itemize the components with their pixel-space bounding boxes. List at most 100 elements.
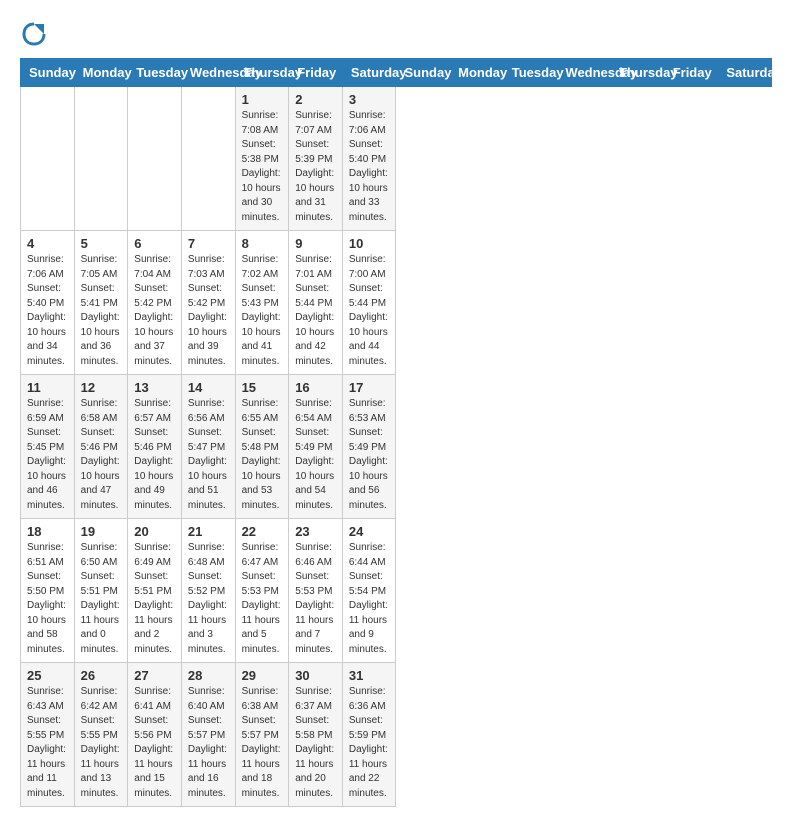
day-number: 30 bbox=[295, 668, 336, 683]
day-number: 31 bbox=[349, 668, 390, 683]
day-cell: 1 Sunrise: 7:08 AM Sunset: 5:38 PM Daylig… bbox=[235, 87, 289, 231]
day-cell: 27 Sunrise: 6:41 AM Sunset: 5:56 PM Dayli… bbox=[128, 663, 182, 807]
day-number: 17 bbox=[349, 380, 390, 395]
day-header-wednesday: Wednesday bbox=[181, 59, 235, 87]
day-number: 27 bbox=[134, 668, 175, 683]
day-cell: 10Sunrise: 7:00 AM Sunset: 5:44 PM Dayli… bbox=[342, 231, 396, 375]
day-header-monday: Monday bbox=[74, 59, 128, 87]
day-info: Sunrise: 6:38 AM Sunset: 5:57 PM Dayligh… bbox=[242, 685, 283, 801]
day-header-sunday: Sunday bbox=[21, 59, 75, 87]
day-number: 10 bbox=[349, 236, 390, 251]
day-number: 7 bbox=[188, 236, 229, 251]
day-header-saturday: Saturday bbox=[342, 59, 396, 87]
day-cell: 8 Sunrise: 7:02 AM Sunset: 5:43 PM Daylig… bbox=[235, 231, 289, 375]
day-number: 1 bbox=[242, 92, 283, 107]
day-info: Sunrise: 6:49 AM Sunset: 5:51 PM Dayligh… bbox=[134, 541, 175, 657]
day-number: 11 bbox=[27, 380, 68, 395]
day-info: Sunrise: 6:50 AM Sunset: 5:51 PM Dayligh… bbox=[81, 541, 122, 657]
day-cell: 13 Sunrise: 6:57 AM Sunset: 5:46 PM Dayli… bbox=[128, 375, 182, 519]
day-header-friday: Friday bbox=[664, 59, 718, 87]
day-info: Sunrise: 6:51 AM Sunset: 5:50 PM Dayligh… bbox=[27, 541, 68, 657]
day-number: 22 bbox=[242, 524, 283, 539]
day-info: Sunrise: 7:01 AM Sunset: 5:44 PM Dayligh… bbox=[295, 253, 336, 369]
day-info: Sunrise: 6:40 AM Sunset: 5:57 PM Dayligh… bbox=[188, 685, 229, 801]
header-row: SundayMondayTuesdayWednesdayThursdayFrid… bbox=[21, 59, 772, 87]
day-cell bbox=[128, 87, 182, 231]
logo bbox=[20, 20, 52, 48]
day-info: Sunrise: 6:47 AM Sunset: 5:53 PM Dayligh… bbox=[242, 541, 283, 657]
day-info: Sunrise: 7:05 AM Sunset: 5:41 PM Dayligh… bbox=[81, 253, 122, 369]
day-cell: 23Sunrise: 6:46 AM Sunset: 5:53 PM Dayli… bbox=[289, 519, 343, 663]
day-number: 15 bbox=[242, 380, 283, 395]
calendar-table: SundayMondayTuesdayWednesdayThursdayFrid… bbox=[20, 58, 772, 807]
day-header-friday: Friday bbox=[289, 59, 343, 87]
day-cell: 12Sunrise: 6:58 AM Sunset: 5:46 PM Dayli… bbox=[74, 375, 128, 519]
day-info: Sunrise: 6:58 AM Sunset: 5:46 PM Dayligh… bbox=[81, 397, 122, 513]
day-info: Sunrise: 7:06 AM Sunset: 5:40 PM Dayligh… bbox=[27, 253, 68, 369]
day-info: Sunrise: 6:41 AM Sunset: 5:56 PM Dayligh… bbox=[134, 685, 175, 801]
day-info: Sunrise: 6:36 AM Sunset: 5:59 PM Dayligh… bbox=[349, 685, 390, 801]
day-cell bbox=[74, 87, 128, 231]
day-cell: 17Sunrise: 6:53 AM Sunset: 5:49 PM Dayli… bbox=[342, 375, 396, 519]
day-cell: 25 Sunrise: 6:43 AM Sunset: 5:55 PM Dayli… bbox=[21, 663, 75, 807]
day-info: Sunrise: 7:08 AM Sunset: 5:38 PM Dayligh… bbox=[242, 109, 283, 225]
day-number: 20 bbox=[134, 524, 175, 539]
page-header bbox=[20, 20, 772, 48]
day-header-thursday: Thursday bbox=[235, 59, 289, 87]
day-header-wednesday: Wednesday bbox=[557, 59, 611, 87]
week-row-3: 11 Sunrise: 6:59 AM Sunset: 5:45 PM Dayli… bbox=[21, 375, 772, 519]
day-header-tuesday: Tuesday bbox=[503, 59, 557, 87]
day-info: Sunrise: 7:06 AM Sunset: 5:40 PM Dayligh… bbox=[349, 109, 390, 225]
day-number: 16 bbox=[295, 380, 336, 395]
day-cell: 19Sunrise: 6:50 AM Sunset: 5:51 PM Dayli… bbox=[74, 519, 128, 663]
day-info: Sunrise: 6:59 AM Sunset: 5:45 PM Dayligh… bbox=[27, 397, 68, 513]
day-info: Sunrise: 6:55 AM Sunset: 5:48 PM Dayligh… bbox=[242, 397, 283, 513]
day-header-sunday: Sunday bbox=[396, 59, 450, 87]
day-cell bbox=[21, 87, 75, 231]
day-header-saturday: Saturday bbox=[718, 59, 772, 87]
day-cell: 28 Sunrise: 6:40 AM Sunset: 5:57 PM Dayli… bbox=[181, 663, 235, 807]
day-cell bbox=[181, 87, 235, 231]
day-header-tuesday: Tuesday bbox=[128, 59, 182, 87]
day-number: 2 bbox=[295, 92, 336, 107]
day-cell: 9Sunrise: 7:01 AM Sunset: 5:44 PM Daylig… bbox=[289, 231, 343, 375]
day-cell: 20 Sunrise: 6:49 AM Sunset: 5:51 PM Dayli… bbox=[128, 519, 182, 663]
day-info: Sunrise: 6:57 AM Sunset: 5:46 PM Dayligh… bbox=[134, 397, 175, 513]
day-info: Sunrise: 7:04 AM Sunset: 5:42 PM Dayligh… bbox=[134, 253, 175, 369]
day-cell: 5 Sunrise: 7:05 AM Sunset: 5:41 PM Daylig… bbox=[74, 231, 128, 375]
day-cell: 2 Sunrise: 7:07 AM Sunset: 5:39 PM Daylig… bbox=[289, 87, 343, 231]
day-cell: 30Sunrise: 6:37 AM Sunset: 5:58 PM Dayli… bbox=[289, 663, 343, 807]
day-cell: 18 Sunrise: 6:51 AM Sunset: 5:50 PM Dayli… bbox=[21, 519, 75, 663]
day-number: 13 bbox=[134, 380, 175, 395]
day-info: Sunrise: 6:54 AM Sunset: 5:49 PM Dayligh… bbox=[295, 397, 336, 513]
day-number: 3 bbox=[349, 92, 390, 107]
day-number: 26 bbox=[81, 668, 122, 683]
day-number: 14 bbox=[188, 380, 229, 395]
week-row-1: 1 Sunrise: 7:08 AM Sunset: 5:38 PM Daylig… bbox=[21, 87, 772, 231]
day-cell: 7Sunrise: 7:03 AM Sunset: 5:42 PM Daylig… bbox=[181, 231, 235, 375]
day-cell: 26Sunrise: 6:42 AM Sunset: 5:55 PM Dayli… bbox=[74, 663, 128, 807]
day-number: 8 bbox=[242, 236, 283, 251]
day-number: 29 bbox=[242, 668, 283, 683]
week-row-2: 4Sunrise: 7:06 AM Sunset: 5:40 PM Daylig… bbox=[21, 231, 772, 375]
day-number: 18 bbox=[27, 524, 68, 539]
day-cell: 3 Sunrise: 7:06 AM Sunset: 5:40 PM Daylig… bbox=[342, 87, 396, 231]
day-info: Sunrise: 6:46 AM Sunset: 5:53 PM Dayligh… bbox=[295, 541, 336, 657]
day-cell: 21Sunrise: 6:48 AM Sunset: 5:52 PM Dayli… bbox=[181, 519, 235, 663]
day-cell: 22 Sunrise: 6:47 AM Sunset: 5:53 PM Dayli… bbox=[235, 519, 289, 663]
week-row-5: 25 Sunrise: 6:43 AM Sunset: 5:55 PM Dayli… bbox=[21, 663, 772, 807]
day-number: 28 bbox=[188, 668, 229, 683]
day-info: Sunrise: 7:07 AM Sunset: 5:39 PM Dayligh… bbox=[295, 109, 336, 225]
day-info: Sunrise: 6:48 AM Sunset: 5:52 PM Dayligh… bbox=[188, 541, 229, 657]
week-row-4: 18 Sunrise: 6:51 AM Sunset: 5:50 PM Dayli… bbox=[21, 519, 772, 663]
day-number: 5 bbox=[81, 236, 122, 251]
day-header-monday: Monday bbox=[450, 59, 504, 87]
day-info: Sunrise: 6:43 AM Sunset: 5:55 PM Dayligh… bbox=[27, 685, 68, 801]
day-cell: 31 Sunrise: 6:36 AM Sunset: 5:59 PM Dayli… bbox=[342, 663, 396, 807]
day-cell: 11 Sunrise: 6:59 AM Sunset: 5:45 PM Dayli… bbox=[21, 375, 75, 519]
day-cell: 14Sunrise: 6:56 AM Sunset: 5:47 PM Dayli… bbox=[181, 375, 235, 519]
day-cell: 29 Sunrise: 6:38 AM Sunset: 5:57 PM Dayli… bbox=[235, 663, 289, 807]
day-info: Sunrise: 7:02 AM Sunset: 5:43 PM Dayligh… bbox=[242, 253, 283, 369]
day-number: 25 bbox=[27, 668, 68, 683]
day-info: Sunrise: 6:44 AM Sunset: 5:54 PM Dayligh… bbox=[349, 541, 390, 657]
